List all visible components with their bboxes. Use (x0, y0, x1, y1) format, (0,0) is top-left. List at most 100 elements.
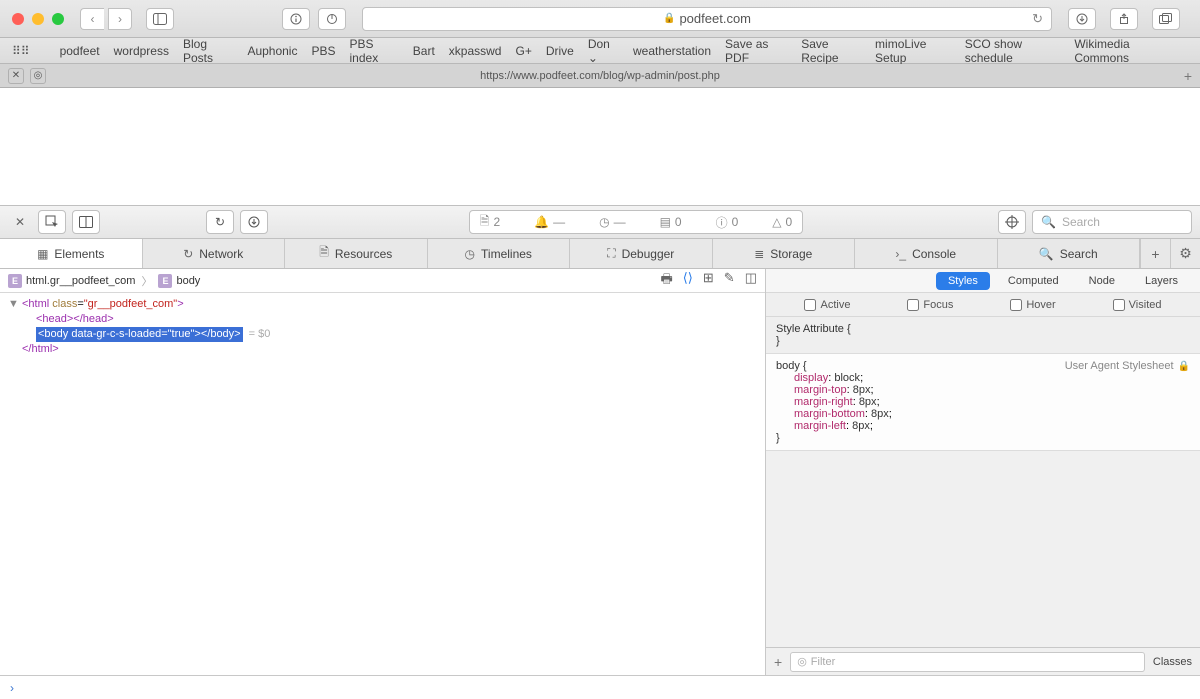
download-button[interactable] (240, 210, 268, 234)
element-badge: E (158, 274, 172, 288)
tabs-button[interactable] (1152, 8, 1180, 30)
devtools-body: E html.gr__podfeet_com 〉 E body 🖶 ⟨⟩ ⊞ ✎… (0, 269, 1200, 675)
bookmark-item[interactable]: Blog Posts (183, 37, 233, 65)
inspect-element-button[interactable] (38, 210, 66, 234)
bookmark-item[interactable]: Drive (546, 44, 574, 58)
console-icon: ›_ (895, 247, 906, 261)
search-tab-icon: 🔍 (1039, 247, 1054, 261)
elements-icon: ▦ (37, 247, 48, 261)
devtools-toolbar: ✕ ↻ 🗎2 🔔— ◷— ▤0 ⓘ0 △0 🔍 Search (0, 205, 1200, 239)
reload-button[interactable]: ↻ (1032, 11, 1043, 27)
forward-button[interactable]: › (108, 8, 132, 30)
lock-icon: 🔒 (663, 13, 675, 24)
tab-search[interactable]: 🔍Search (998, 239, 1141, 268)
devtools-right-panel: Styles Computed Node Layers Active Focus… (766, 269, 1200, 675)
clock-icon: ◷ (599, 215, 609, 229)
grid-icon[interactable]: ⊞ (703, 270, 714, 292)
bookmark-item[interactable]: G+ (515, 44, 531, 58)
active-checkbox[interactable] (804, 299, 816, 311)
minimize-window-button[interactable] (32, 13, 44, 25)
target-button[interactable] (998, 210, 1026, 234)
nav-back-forward: ‹ › (80, 8, 136, 30)
styles-tab[interactable]: Styles (936, 272, 990, 290)
style-attribute-block[interactable]: Style Attribute { } (766, 317, 1200, 354)
back-button[interactable]: ‹ (80, 8, 104, 30)
bookmark-item[interactable]: weatherstation (633, 44, 711, 58)
print-icon[interactable]: 🖶 (660, 270, 672, 292)
storage-icon: ≣ (754, 247, 764, 261)
info-icon (290, 13, 302, 25)
share-button[interactable] (1110, 8, 1138, 30)
visited-checkbox[interactable] (1113, 299, 1125, 311)
edit-icon[interactable]: ✎ (724, 270, 735, 292)
download-icon (248, 216, 260, 228)
favorites-grid-icon[interactable]: ⠿⠿ (12, 44, 30, 58)
bookmark-item[interactable]: mimoLive Setup (875, 37, 951, 65)
tab-network[interactable]: ↻Network (143, 239, 286, 268)
dom-tree[interactable]: ▼<html class="gr__podfeet_com"> <head></… (0, 293, 765, 675)
bookmark-item[interactable]: Save as PDF (725, 37, 787, 65)
element-badge: E (8, 274, 22, 288)
address-bar[interactable]: 🔒 podfeet.com ↻ (362, 7, 1052, 31)
close-devtools-button[interactable]: ✕ (8, 210, 32, 234)
tab-timelines[interactable]: ◷Timelines (428, 239, 571, 268)
tab-title[interactable]: https://www.podfeet.com/blog/wp-admin/po… (480, 70, 720, 82)
layers-tab[interactable]: Layers (1133, 272, 1190, 290)
new-rule-button[interactable]: + (774, 654, 782, 670)
disclosure-triangle-icon[interactable]: ▼ (8, 297, 18, 312)
focus-checkbox[interactable] (907, 299, 919, 311)
code-icon[interactable]: ⟨⟩ (683, 270, 693, 292)
stylesheet-source: User Agent Stylesheet🔒 (1065, 360, 1190, 372)
window-controls (12, 13, 64, 25)
close-tab-button[interactable]: ✕ (8, 68, 24, 84)
bookmark-item[interactable]: wordpress (114, 44, 169, 58)
classes-button[interactable]: Classes (1153, 656, 1192, 668)
bookmark-item[interactable]: xkpasswd (449, 44, 502, 58)
reader-button[interactable] (318, 8, 346, 30)
bookmark-item[interactable]: Save Recipe (801, 37, 861, 65)
bookmark-item[interactable]: SCO show schedule (965, 37, 1061, 65)
close-window-button[interactable] (12, 13, 24, 25)
bookmark-item[interactable]: Don ⌄ (588, 37, 619, 65)
tab-elements[interactable]: ▦Elements (0, 239, 143, 268)
node-tab[interactable]: Node (1077, 272, 1127, 290)
sidebar-toggle-button[interactable] (146, 8, 174, 30)
pseudo-focus[interactable]: Focus (907, 299, 953, 311)
layout-icon[interactable]: ◫ (745, 270, 757, 292)
body-rule-block[interactable]: User Agent Stylesheet🔒 body { display: b… (766, 354, 1200, 451)
bookmark-item[interactable]: Wikimedia Commons (1074, 37, 1174, 65)
tab-debugger[interactable]: ⛶Debugger (570, 239, 713, 268)
bookmark-item[interactable]: podfeet (60, 44, 100, 58)
reload-button[interactable]: ↻ (206, 210, 234, 234)
devtools-stats: 🗎2 🔔— ◷— ▤0 ⓘ0 △0 (274, 210, 998, 234)
add-tab-button[interactable]: + (1140, 239, 1170, 268)
bookmark-item[interactable]: PBS index (350, 37, 399, 65)
settings-button[interactable]: ⚙ (1170, 239, 1200, 268)
device-button[interactable] (72, 210, 100, 234)
tab-storage[interactable]: ≣Storage (713, 239, 856, 268)
console-strip[interactable]: › (0, 675, 1200, 699)
sidebar-icon (153, 13, 167, 25)
pseudo-visited[interactable]: Visited (1113, 299, 1162, 311)
privacy-report-button[interactable] (282, 8, 310, 30)
downloads-button[interactable] (1068, 8, 1096, 30)
hover-checkbox[interactable] (1010, 299, 1022, 311)
network-stat: ◷— (599, 215, 625, 229)
breadcrumb-child[interactable]: body (176, 275, 200, 287)
computed-tab[interactable]: Computed (996, 272, 1071, 290)
network-icon: ↻ (183, 247, 193, 261)
breadcrumb-root[interactable]: html.gr__podfeet_com (26, 275, 135, 287)
address-text: podfeet.com (679, 11, 751, 26)
pseudo-active[interactable]: Active (804, 299, 850, 311)
selected-dom-node[interactable]: <body data-gr-c-s-loaded="true"></body> (36, 327, 243, 342)
bookmark-item[interactable]: Auphonic (247, 44, 297, 58)
bookmark-item[interactable]: PBS (311, 44, 335, 58)
zoom-window-button[interactable] (52, 13, 64, 25)
devtools-search[interactable]: 🔍 Search (1032, 210, 1192, 234)
new-tab-button[interactable]: + (1184, 68, 1192, 84)
pseudo-hover[interactable]: Hover (1010, 299, 1055, 311)
tab-resources[interactable]: 🗎Resources (285, 239, 428, 268)
bookmark-item[interactable]: Bart (413, 44, 435, 58)
filter-input[interactable]: ◎ Filter (790, 652, 1145, 672)
tab-console[interactable]: ›_Console (855, 239, 998, 268)
